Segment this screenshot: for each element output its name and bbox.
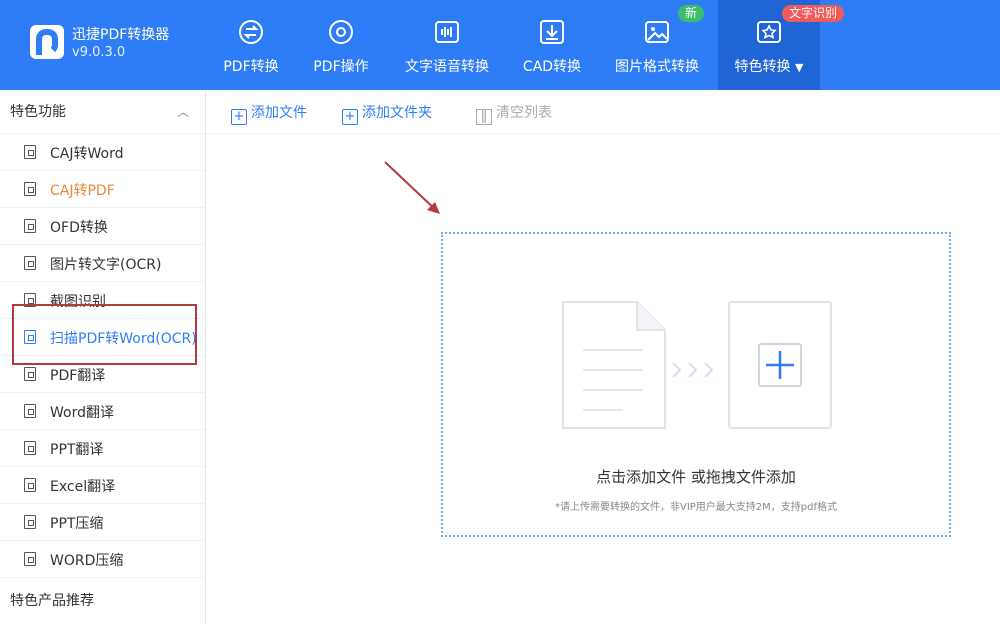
sidebar-item-ofd[interactable]: OFD转换 xyxy=(0,208,205,245)
trash-icon: ǁ xyxy=(476,109,492,125)
sidebar-item-excel-translate[interactable]: Excel翻译 xyxy=(0,467,205,504)
add-file-button[interactable]: + 添加文件 xyxy=(231,102,307,125)
toolbar: + 添加文件 + 添加文件夹 ǁ 清空列表 xyxy=(207,90,1000,134)
document-icon xyxy=(24,145,36,159)
nav-label: 特色转换 ▼ xyxy=(734,59,804,75)
add-file-icon: + xyxy=(231,109,247,125)
pdf-operate-icon xyxy=(329,20,353,44)
document-icon xyxy=(24,478,36,492)
nav-label: 文字语音转换 xyxy=(405,59,489,75)
pdf-convert-icon xyxy=(239,20,263,44)
nav-pdf-operate[interactable]: PDF操作 xyxy=(296,0,386,90)
text-speech-icon xyxy=(435,21,459,43)
ocr-badge: 文字识别 xyxy=(782,5,845,22)
add-folder-button[interactable]: + 添加文件夹 xyxy=(342,102,432,125)
document-icon xyxy=(24,552,36,566)
sidebar-heading[interactable]: 特色功能 ︿ xyxy=(0,90,205,134)
app-name: 迅捷PDF转换器 xyxy=(72,27,170,43)
document-icon xyxy=(24,515,36,529)
new-badge: 新 xyxy=(678,5,705,22)
annotation-arrow xyxy=(384,161,440,214)
nav-pdf-convert[interactable]: PDF转换 xyxy=(208,0,294,90)
document-icon xyxy=(24,182,36,196)
annotation-highlight-box xyxy=(12,304,197,365)
sidebar-item-word-compress[interactable]: WORD压缩 xyxy=(0,541,205,578)
arrows-icon xyxy=(672,362,714,378)
chevron-down-icon: ▼ xyxy=(794,61,804,74)
drop-zone-hint-text: *请上传需要转换的文件，非VIP用户最大支持2M，支持pdf格式 xyxy=(554,502,838,513)
sidebar-item-ppt-compress[interactable]: PPT压缩 xyxy=(0,504,205,541)
clear-list-button[interactable]: ǁ 清空列表 xyxy=(476,102,552,125)
drop-zone-main-text: 点击添加文件 或拖拽文件添加 xyxy=(596,468,796,486)
add-folder-icon: + xyxy=(342,109,358,125)
document-icon xyxy=(24,404,36,418)
document-icon xyxy=(24,441,36,455)
nav-label: 图片格式转换 xyxy=(615,59,699,75)
sidebar-item-caj-pdf[interactable]: CAJ转PDF xyxy=(0,171,205,208)
image-format-icon xyxy=(645,21,669,43)
cad-icon xyxy=(540,20,564,44)
nav-cad[interactable]: CAD转换 xyxy=(510,0,594,90)
app-logo-icon xyxy=(30,25,64,59)
nav-label: PDF操作 xyxy=(313,59,369,75)
document-illustration-icon xyxy=(562,301,666,429)
add-file-drop-icon[interactable] xyxy=(727,300,833,430)
nav-text-speech[interactable]: 文字语音转换 xyxy=(396,0,498,90)
nav-label: CAD转换 xyxy=(522,59,582,75)
chevron-up-icon: ︿ xyxy=(176,105,189,119)
nav-label: PDF转换 xyxy=(223,59,279,75)
sidebar-item-word-translate[interactable]: Word翻译 xyxy=(0,393,205,430)
app-header: 迅捷PDF转换器 v9.0.3.0 PDF转换 PDF操作 文字语音转换 CAD… xyxy=(0,0,1000,90)
sidebar-item-ppt-translate[interactable]: PPT翻译 xyxy=(0,430,205,467)
text-icon xyxy=(24,256,36,270)
sidebar-item-image-ocr[interactable]: 图片转文字(OCR) xyxy=(0,245,205,282)
document-icon xyxy=(24,367,36,381)
document-icon xyxy=(24,219,36,233)
app-version: v9.0.3.0 xyxy=(72,45,126,60)
file-drop-zone[interactable]: 点击添加文件 或拖拽文件添加 *请上传需要转换的文件，非VIP用户最大支持2M，… xyxy=(441,232,951,537)
sidebar-footer-heading[interactable]: 特色产品推荐 xyxy=(10,590,94,610)
special-convert-icon xyxy=(757,21,781,43)
sidebar-item-caj-word[interactable]: CAJ转Word xyxy=(0,134,205,171)
